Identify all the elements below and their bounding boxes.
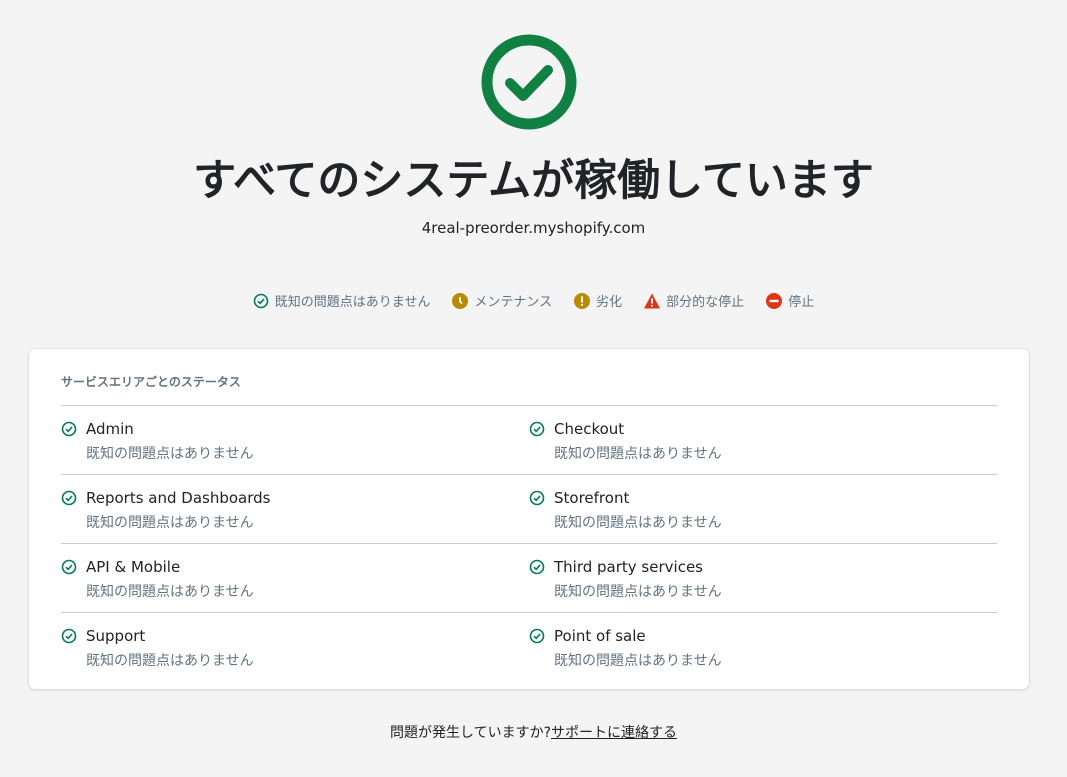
warning-triangle-icon: [644, 293, 661, 308]
check-circle-icon: [529, 490, 545, 506]
service-item: Reports and Dashboards 既知の問題点はありません: [61, 475, 529, 543]
status-legend: 既知の問題点はありません メンテナンス 劣化 部分的な停止 停止: [0, 291, 1067, 310]
service-name: Reports and Dashboards: [86, 489, 271, 507]
shop-domain: 4real-preorder.myshopify.com: [421, 219, 646, 237]
check-circle-icon: [481, 34, 577, 130]
service-name: Admin: [86, 420, 134, 438]
service-name: Third party services: [554, 558, 703, 576]
clock-icon: [452, 292, 469, 309]
service-status-card: サービスエリアごとのステータス Admin 既知の問題点はありません Checkou…: [29, 349, 1029, 689]
service-status: 既知の問題点はありません: [554, 515, 722, 531]
service-row: Support 既知の問題点はありません Point of sale 既知の問題点はあ…: [61, 613, 997, 682]
check-circle-icon: [61, 490, 77, 506]
check-circle-icon: [529, 628, 545, 644]
legend-degraded: 劣化: [574, 291, 622, 310]
page-title: すべてのシステムが稼働しています: [193, 156, 874, 206]
service-item: Third party services 既知の問題点はありません: [529, 544, 997, 612]
legend-label: 部分的な停止: [666, 295, 745, 310]
check-circle-icon: [253, 293, 269, 308]
service-item: Checkout 既知の問題点はありません: [529, 406, 997, 474]
service-status: 既知の問題点はありません: [554, 446, 722, 462]
legend-partial-outage: 部分的な停止: [644, 291, 744, 310]
service-item: API & Mobile 既知の問題点はありません: [61, 544, 529, 612]
exclamation-circle-icon: [574, 292, 591, 309]
service-status: 既知の問題点はありません: [554, 584, 722, 600]
legend-label: 既知の問題点はありません: [274, 295, 431, 310]
check-circle-icon: [529, 421, 545, 437]
service-name: API & Mobile: [86, 558, 181, 576]
service-item: Point of sale 既知の問題点はありません: [529, 613, 997, 682]
service-row: API & Mobile 既知の問題点はありません Third party serv…: [61, 544, 997, 613]
check-circle-icon: [61, 628, 77, 644]
legend-maintenance: メンテナンス: [452, 291, 552, 310]
service-item: Admin 既知の問題点はありません: [61, 406, 529, 474]
legend-label: メンテナンス: [474, 295, 553, 310]
legend-label: 劣化: [596, 295, 623, 310]
check-circle-icon: [529, 559, 545, 575]
legend-operational: 既知の問題点はありません: [253, 291, 431, 310]
service-row: Reports and Dashboards 既知の問題点はありません Storef…: [61, 475, 997, 544]
service-name: Storefront: [554, 489, 630, 507]
footer-text: 問題が発生していますか?: [389, 725, 551, 741]
legend-label: 停止: [788, 295, 815, 310]
service-name: Checkout: [554, 420, 625, 438]
service-name: Point of sale: [554, 627, 646, 645]
service-status: 既知の問題点はありません: [86, 653, 254, 669]
minus-circle-icon: [766, 292, 783, 309]
card-title: サービスエリアごとのステータス: [61, 375, 241, 389]
contact-support-link[interactable]: サポートに連絡する: [551, 725, 677, 741]
footer: 問題が発生していますか?サポートに連絡する: [0, 722, 1067, 742]
service-status: 既知の問題点はありません: [554, 653, 722, 669]
check-circle-icon: [61, 559, 77, 575]
service-item: Storefront 既知の問題点はありません: [529, 475, 997, 543]
service-item: Support 既知の問題点はありません: [61, 613, 529, 682]
check-circle-icon: [61, 421, 77, 437]
service-status: 既知の問題点はありません: [86, 584, 254, 600]
service-name: Support: [86, 627, 146, 645]
service-status: 既知の問題点はありません: [86, 446, 254, 462]
legend-outage: 停止: [766, 291, 814, 310]
service-status: 既知の問題点はありません: [86, 515, 254, 531]
service-row: Admin 既知の問題点はありません Checkout 既知の問題点はありません: [61, 406, 997, 475]
